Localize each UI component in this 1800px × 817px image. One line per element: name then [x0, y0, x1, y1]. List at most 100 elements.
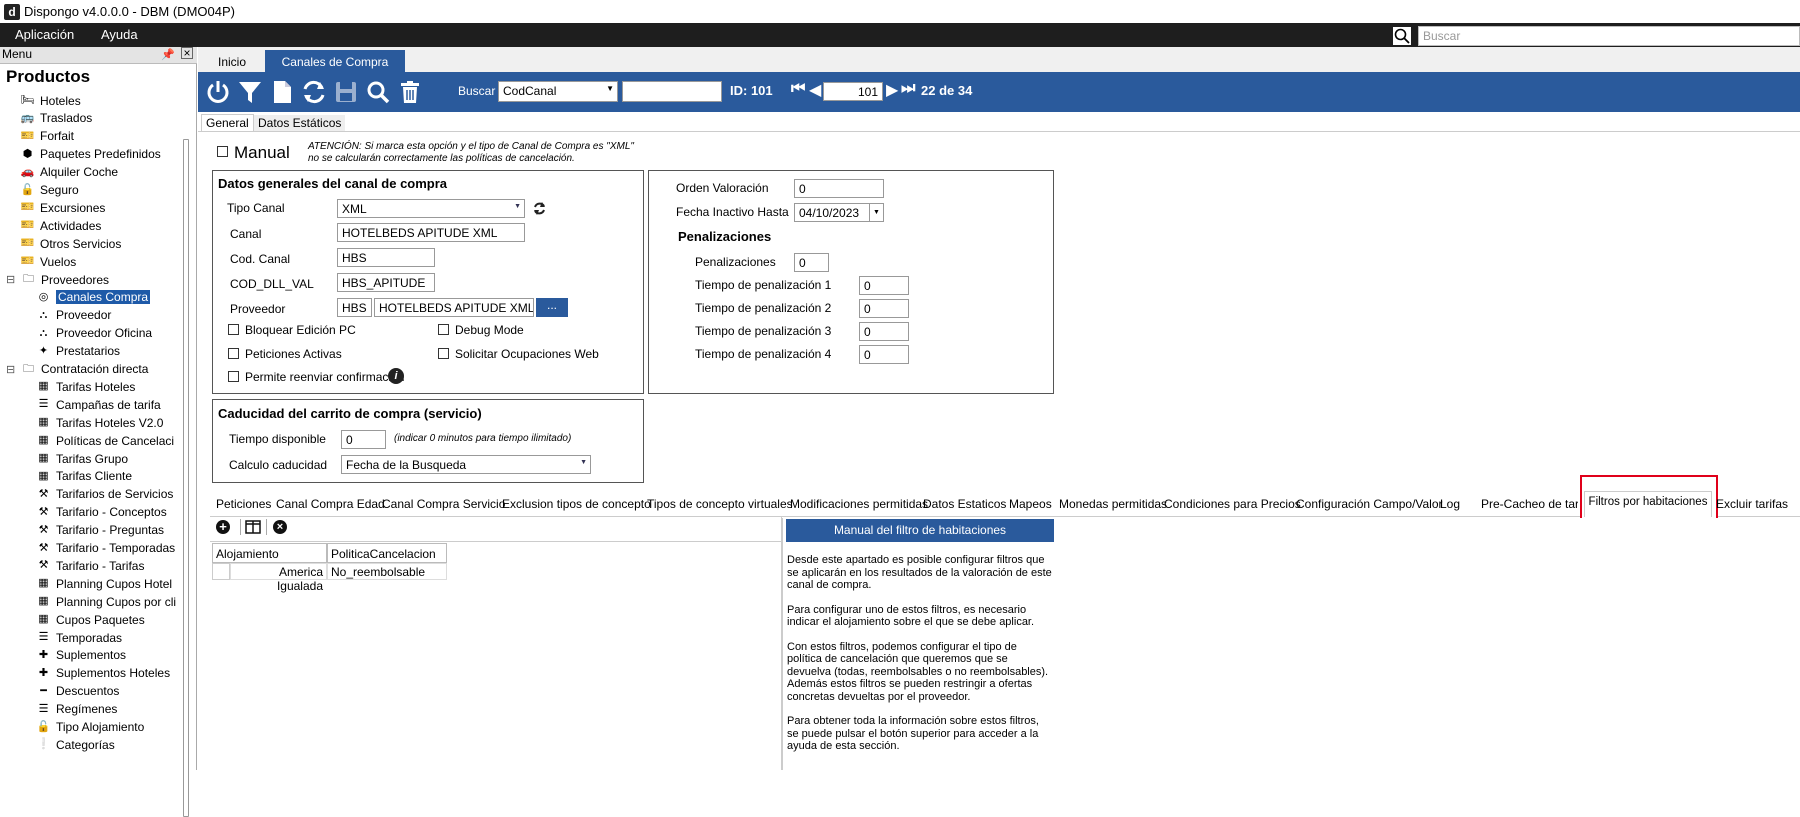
first-record-icon[interactable]: ⏮ — [791, 80, 805, 98]
cod-dll-input[interactable]: HBS_APITUDE — [337, 273, 435, 292]
sidebar-item-hoteles[interactable]: 🛏 Hoteles — [20, 92, 81, 109]
tree-scrollbar[interactable] — [183, 139, 189, 817]
sidebar-item-suplementos-hoteles[interactable]: ✚ Suplementos Hoteles — [36, 665, 170, 682]
sidebar-item-proveedor[interactable]: ⛬ Proveedor — [36, 307, 112, 324]
tiempo-disponible-input[interactable]: 0 — [341, 430, 386, 449]
sidebar-item-forfait[interactable]: 🎫 Forfait — [20, 128, 74, 145]
sidebar-item-temporadas[interactable]: ☰ Temporadas — [36, 629, 122, 646]
sidebar-item-prestatarios[interactable]: ✦ Prestatarios — [36, 343, 120, 360]
previous-record-icon[interactable]: ◀ — [809, 80, 821, 100]
sidebar-item-regimenes[interactable]: ☰ Regímenes — [36, 701, 118, 718]
next-record-icon[interactable]: ▶ — [886, 80, 898, 100]
collapse-icon[interactable]: ⊟ — [6, 363, 15, 376]
tab-canal-compra-servicio[interactable]: Canal Compra Servicio — [382, 493, 505, 515]
sidebar-item-suplementos[interactable]: ✚ Suplementos — [36, 647, 126, 664]
bloquear-checkbox[interactable] — [228, 324, 239, 335]
tab-exclusion-tipos-concepto[interactable]: Exclusion tipos de concepto — [502, 493, 651, 515]
calendar-dropdown-icon[interactable]: ▼ — [869, 204, 883, 221]
search-icon[interactable] — [364, 78, 392, 106]
global-search-input[interactable]: Buscar — [1418, 26, 1800, 46]
tab-general[interactable]: General — [201, 114, 254, 131]
tab-peticiones[interactable]: Peticiones — [216, 493, 271, 515]
reenviar-checkbox[interactable] — [228, 371, 239, 382]
cell-alojamiento[interactable]: America Igualada — [230, 563, 327, 593]
sidebar-item-proveedor-oficina[interactable]: ⛬ Proveedor Oficina — [36, 325, 152, 342]
tab-mapeos[interactable]: Mapeos — [1009, 493, 1052, 515]
info-icon[interactable]: i — [388, 368, 404, 384]
manual-filtro-button[interactable]: Manual del filtro de habitaciones — [786, 519, 1054, 542]
tab-monedas-permitidas[interactable]: Monedas permitidas — [1059, 493, 1167, 515]
sidebar-item-actividades[interactable]: 🎫 Actividades — [20, 217, 102, 234]
tab-tipos-concepto-virtuales[interactable]: Tipos de concepto virtuales — [647, 493, 793, 515]
tiempo-penal-1-input[interactable]: 0 — [859, 276, 909, 295]
sidebar-item-excursiones[interactable]: 🎫 Excursiones — [20, 199, 106, 216]
sidebar-item-canales-compra[interactable]: ◎ Canales Compra — [36, 289, 151, 306]
search-value-input[interactable] — [622, 81, 722, 102]
sidebar-item-campanas-de-tarifa[interactable]: ☰ Campañas de tarifa — [36, 396, 161, 413]
save-icon[interactable] — [332, 78, 360, 106]
trash-icon[interactable] — [396, 78, 424, 106]
sidebar-item-tarifario-preguntas[interactable]: ⚒ Tarifario - Preguntas — [36, 522, 164, 539]
pin-icon[interactable]: 📌 — [161, 48, 175, 61]
sidebar-item-alquiler-coche[interactable]: 🚗 Alquiler Coche — [20, 164, 118, 181]
proveedor-lookup-button[interactable]: ... — [536, 298, 568, 317]
sidebar-item-traslados[interactable]: 🚌 Traslados — [20, 110, 93, 127]
sidebar-item-tarifas-hoteles[interactable]: ▦ Tarifas Hoteles — [36, 378, 135, 395]
tab-modificaciones-permitidas[interactable]: Modificaciones permitidas — [790, 493, 928, 515]
close-icon[interactable]: × — [181, 47, 193, 59]
record-number-input[interactable]: 101 — [823, 82, 883, 101]
tab-datos-estaticos-detail[interactable]: Datos Estaticos — [923, 493, 1006, 515]
tipo-canal-select[interactable]: XML ▼ — [337, 199, 525, 218]
tab-filtros-por-habitaciones[interactable]: Filtros por habitaciones — [1584, 491, 1712, 517]
search-icon[interactable] — [1393, 27, 1411, 45]
column-header-politica[interactable]: PoliticaCancelacion — [327, 543, 447, 563]
column-header-alojamiento[interactable]: Alojamiento — [212, 543, 327, 563]
tab-canales-de-compra[interactable]: Canales de Compra — [265, 50, 405, 72]
solicitar-checkbox[interactable] — [438, 348, 449, 359]
tab-canal-compra-edad[interactable]: Canal Compra Edad — [276, 493, 385, 515]
calculo-caducidad-select[interactable]: Fecha de la Busqueda ▼ — [341, 455, 591, 474]
menu-ayuda[interactable]: Ayuda — [101, 27, 138, 42]
orden-input[interactable]: 0 — [794, 179, 884, 198]
fecha-input[interactable]: 04/10/2023 ▼ — [794, 203, 884, 222]
sidebar-item-otros-servicios[interactable]: 🎫 Otros Servicios — [20, 235, 122, 252]
sidebar-item-tarifario-conceptos[interactable]: ⚒ Tarifario - Conceptos — [36, 504, 167, 521]
sidebar-item-proveedores[interactable]: ⊟ 🗀 Proveedores — [6, 271, 109, 288]
tiempo-penal-2-input[interactable]: 0 — [859, 299, 909, 318]
tab-log[interactable]: Log — [1440, 493, 1460, 515]
cell-politica[interactable]: No_reembolsable — [327, 563, 447, 580]
sidebar-item-vuelos[interactable]: 🎫 Vuelos — [20, 253, 77, 270]
sidebar-item-tarifario-temporadas[interactable]: ⚒ Tarifario - Temporadas — [36, 540, 176, 557]
tiempo-penal-4-input[interactable]: 0 — [859, 345, 909, 364]
sidebar-item-planning-cupos-por-cli[interactable]: ▦ Planning Cupos por cli — [36, 593, 176, 610]
add-icon[interactable]: + — [216, 520, 230, 534]
power-icon[interactable] — [204, 78, 232, 106]
cod-canal-input[interactable]: HBS — [337, 248, 435, 267]
sidebar-item-cupos-paquetes[interactable]: ▦ Cupos Paquetes — [36, 611, 144, 628]
sidebar-item-tarifas-grupo[interactable]: ▦ Tarifas Grupo — [36, 450, 128, 467]
sidebar-item-tarifario-tarifas[interactable]: ⚒ Tarifario - Tarifas — [36, 557, 145, 574]
tab-excluir-tarifas[interactable]: Excluir tarifas — [1716, 493, 1788, 515]
debug-checkbox[interactable] — [438, 324, 449, 335]
refresh-icon[interactable] — [532, 201, 547, 216]
new-document-icon[interactable] — [268, 78, 296, 106]
sidebar-item-descuentos[interactable]: ━ Descuentos — [36, 683, 119, 700]
tab-pre-cacheo-tarifas[interactable]: Pre-Cacheo de tarifas — [1481, 493, 1578, 515]
sidebar-item-paquetes-predefinidos[interactable]: ⬢ Paquetes Predefinidos — [20, 146, 161, 163]
filter-icon[interactable] — [236, 78, 264, 106]
search-field-select[interactable]: CodCanal ▼ — [498, 81, 618, 102]
refresh-icon[interactable] — [300, 78, 328, 106]
collapse-icon[interactable]: ⊟ — [6, 273, 15, 286]
row-selector[interactable] — [212, 563, 230, 580]
sidebar-item-tarifas-hoteles-v2-0[interactable]: ▦ Tarifas Hoteles V2.0 — [36, 414, 163, 431]
tab-datos-estaticos[interactable]: Datos Estáticos — [254, 115, 346, 131]
canal-input[interactable]: HOTELBEDS APITUDE XML — [337, 223, 525, 242]
proveedor-name-input[interactable]: HOTELBEDS APITUDE XML — [374, 298, 534, 317]
table-row[interactable]: America Igualada No_reembolsable — [212, 563, 447, 593]
peticiones-checkbox[interactable] — [228, 348, 239, 359]
sidebar-item-contratacion-directa[interactable]: ⊟ 🗀 Contratación directa — [6, 361, 148, 378]
sidebar-item-tarifas-cliente[interactable]: ▦ Tarifas Cliente — [36, 468, 132, 485]
sidebar-item-politicas-de-cancelaci[interactable]: ▦ Políticas de Cancelaci — [36, 432, 174, 449]
columns-icon[interactable] — [245, 520, 261, 534]
sidebar-item-tipo-alojamiento[interactable]: 🔓 Tipo Alojamiento — [36, 719, 145, 736]
